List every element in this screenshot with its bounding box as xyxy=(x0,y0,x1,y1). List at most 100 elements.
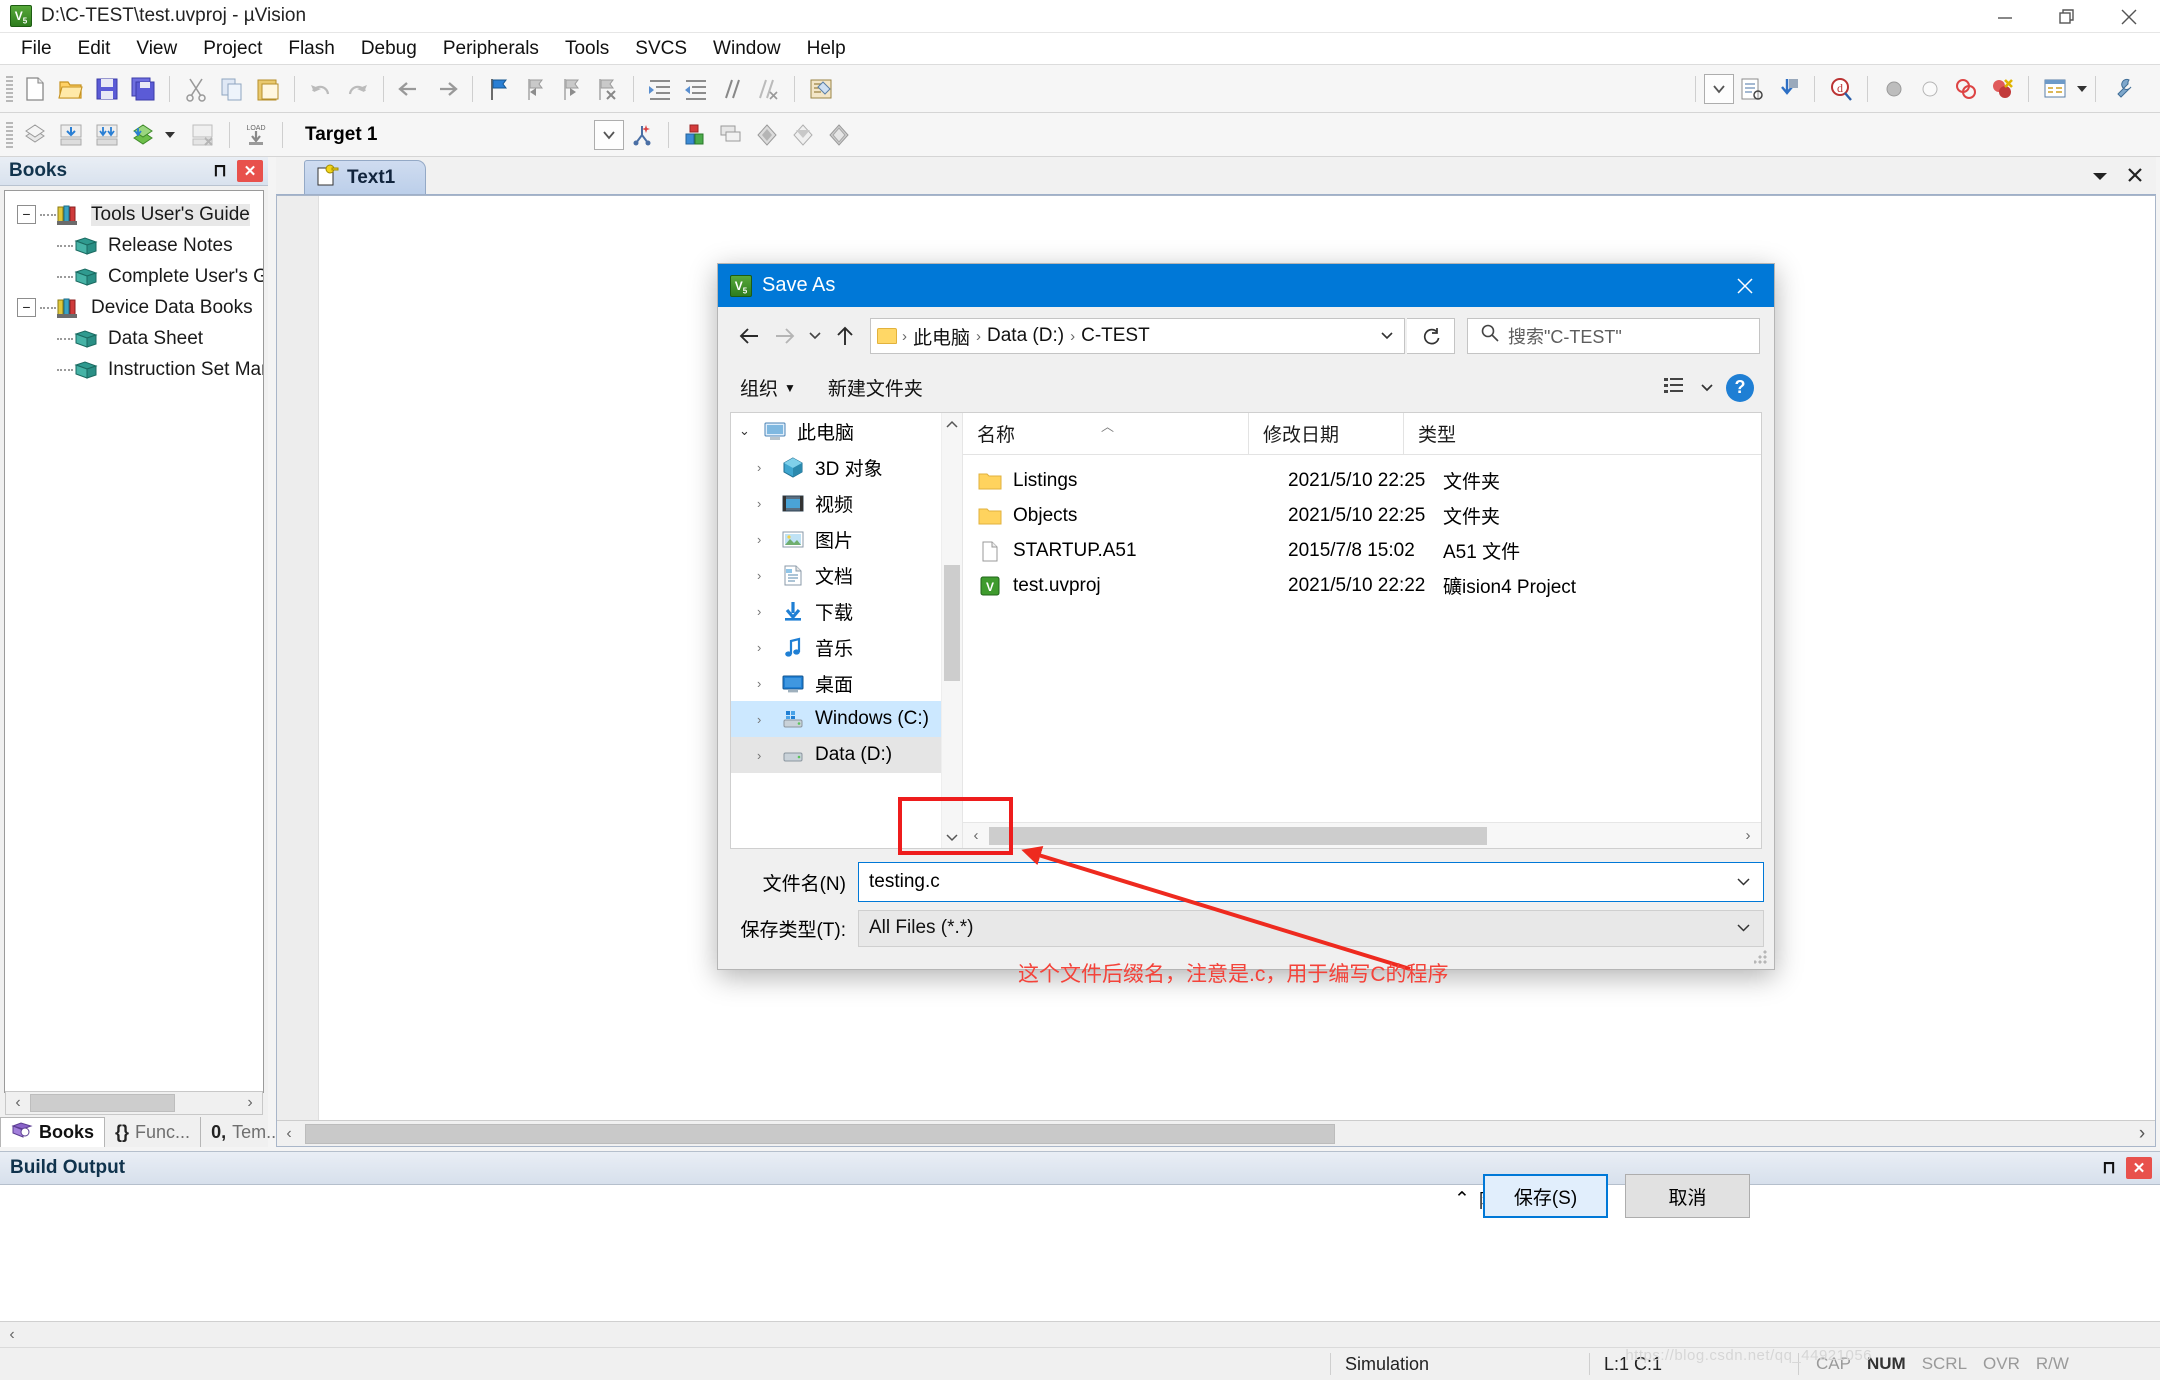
recent-locations-chevron-down-icon[interactable] xyxy=(804,319,826,353)
scroll-left-icon[interactable]: ‹ xyxy=(6,1094,30,1112)
find-in-files-icon[interactable]: d xyxy=(1823,71,1859,107)
chevron-down-icon[interactable] xyxy=(1736,920,1763,936)
paste-icon[interactable] xyxy=(250,71,286,107)
download-to-flash-icon[interactable]: LOAD xyxy=(238,117,274,153)
toolbar-dropdown-placeholder[interactable] xyxy=(1704,74,1734,104)
nav-item-windows-c[interactable]: › Windows (C:) xyxy=(731,701,962,737)
scrollbar-thumb[interactable] xyxy=(305,1124,1335,1144)
breadcrumb-c-test[interactable]: C-TEST xyxy=(1076,325,1155,347)
file-list-horizontal-scrollbar[interactable]: ‹ › xyxy=(963,822,1761,848)
target-dropdown[interactable] xyxy=(594,120,624,150)
target-options-icon[interactable] xyxy=(624,117,660,153)
menu-tools[interactable]: Tools xyxy=(552,35,622,63)
nav-item-this-pc[interactable]: ⌄ 此电脑 xyxy=(731,413,962,449)
column-header-type[interactable]: 类型 xyxy=(1403,413,1761,455)
chevron-right-icon[interactable]: › xyxy=(757,460,779,475)
tab-list-chevron-down-icon[interactable] xyxy=(2090,167,2110,189)
close-icon[interactable]: ✕ xyxy=(2126,1157,2152,1179)
view-chevron-down-icon[interactable] xyxy=(1700,377,1714,399)
tree-item-release-notes[interactable]: Release Notes xyxy=(5,230,263,261)
toolbar-grip[interactable] xyxy=(6,76,13,102)
tree-item-complete-users-guide[interactable]: Complete User's Gu xyxy=(5,261,263,292)
help-icon[interactable]: ? xyxy=(1726,374,1754,402)
expander-icon[interactable]: − xyxy=(17,298,36,317)
scroll-left-icon[interactable]: ‹ xyxy=(0,1326,24,1344)
nav-item-3d-objects[interactable]: › 3D 对象 xyxy=(731,449,962,485)
filetype-select[interactable]: All Files (*.*) xyxy=(858,910,1764,947)
minimize-icon[interactable] xyxy=(1974,0,2036,33)
file-row-test-uvproj[interactable]: V test.uvproj 2021/5/10 22:22 礦ision4 Pr… xyxy=(963,568,1761,603)
column-header-date[interactable]: 修改日期 xyxy=(1248,413,1403,455)
build-output-horizontal-scrollbar[interactable]: ‹ xyxy=(0,1322,2160,1347)
tree-item-tools-users-guide[interactable]: − Tools User's Guide xyxy=(5,199,263,230)
chevron-right-icon[interactable]: › xyxy=(757,640,779,655)
bookmark-toggle-icon[interactable] xyxy=(481,71,517,107)
chevron-down-icon[interactable]: ⌄ xyxy=(739,423,761,439)
uncomment-lines-icon[interactable] xyxy=(750,71,786,107)
configuration-wizard-icon[interactable] xyxy=(803,71,839,107)
scrollbar-thumb[interactable] xyxy=(30,1094,175,1112)
breakpoint-kill-all-icon[interactable] xyxy=(1984,71,2020,107)
tree-item-instruction-set-manual[interactable]: Instruction Set Mar xyxy=(5,354,263,385)
comment-lines-icon[interactable] xyxy=(714,71,750,107)
scroll-down-icon[interactable] xyxy=(942,826,962,848)
close-editor-tab-icon[interactable] xyxy=(2126,166,2144,190)
menu-peripherals[interactable]: Peripherals xyxy=(430,35,552,63)
file-row-objects[interactable]: Objects 2021/5/10 22:25 文件夹 xyxy=(963,498,1761,533)
nav-item-downloads[interactable]: › 下载 xyxy=(731,593,962,629)
build-output-text[interactable] xyxy=(0,1185,2160,1322)
breakpoint-set-icon[interactable] xyxy=(1876,71,1912,107)
scroll-right-icon[interactable]: › xyxy=(2129,1123,2155,1145)
search-input[interactable]: 搜索"C-TEST" xyxy=(1467,318,1760,354)
chevron-right-icon[interactable]: › xyxy=(757,532,779,547)
chevron-down-icon[interactable] xyxy=(2077,86,2087,92)
indent-decrease-icon[interactable] xyxy=(678,71,714,107)
breadcrumb-data-d[interactable]: Data (D:) xyxy=(982,325,1069,347)
menu-project[interactable]: Project xyxy=(190,35,275,63)
chevron-right-icon[interactable]: › xyxy=(757,604,779,619)
manage-window-icon[interactable] xyxy=(2037,71,2073,107)
menu-edit[interactable]: Edit xyxy=(65,35,124,63)
view-list-icon[interactable] xyxy=(1662,375,1688,401)
address-breadcrumb-bar[interactable]: › 此电脑 › Data (D:) › C-TEST xyxy=(870,318,1405,354)
scrollbar-thumb[interactable] xyxy=(944,565,960,681)
bookmark-clear-icon[interactable] xyxy=(589,71,625,107)
nav-item-videos[interactable]: › 视频 xyxy=(731,485,962,521)
refresh-icon[interactable] xyxy=(1407,318,1455,354)
new-folder-button[interactable]: 新建文件夹 xyxy=(820,370,931,405)
cancel-button[interactable]: 取消 xyxy=(1625,1174,1750,1218)
pin-icon[interactable]: ⊓ xyxy=(2098,1157,2120,1179)
manage-components-icon[interactable] xyxy=(713,117,749,153)
redo-icon[interactable] xyxy=(339,71,375,107)
chevron-right-icon[interactable]: › xyxy=(757,496,779,511)
back-arrow-icon[interactable] xyxy=(732,319,766,353)
navigate-back-icon[interactable] xyxy=(392,71,428,107)
close-icon[interactable] xyxy=(2098,0,2160,33)
nav-item-music[interactable]: › 音乐 xyxy=(731,629,962,665)
open-file-icon[interactable] xyxy=(53,71,89,107)
chevron-right-icon[interactable]: › xyxy=(757,568,779,583)
breadcrumb-this-pc[interactable]: 此电脑 xyxy=(908,323,975,350)
chevron-down-icon[interactable] xyxy=(165,132,175,138)
books-horizontal-scrollbar[interactable]: ‹ › xyxy=(5,1091,263,1115)
toolbar-grip[interactable] xyxy=(6,122,13,148)
chevron-right-icon[interactable]: › xyxy=(757,676,779,691)
up-arrow-icon[interactable] xyxy=(828,319,862,353)
chevron-right-icon[interactable]: › xyxy=(757,748,779,763)
tab-functions[interactable]: {} Func... xyxy=(105,1117,201,1147)
nav-item-data-d[interactable]: › Data (D:) xyxy=(731,737,962,773)
scroll-left-icon[interactable]: ‹ xyxy=(277,1125,301,1143)
editor-horizontal-scrollbar[interactable]: ‹ › xyxy=(277,1120,2155,1146)
chevron-down-icon[interactable] xyxy=(1736,874,1763,890)
forward-arrow-icon[interactable] xyxy=(768,319,802,353)
save-all-icon[interactable] xyxy=(125,71,161,107)
menu-view[interactable]: View xyxy=(123,35,190,63)
save-button[interactable]: 保存(S) xyxy=(1483,1174,1608,1218)
menu-window[interactable]: Window xyxy=(700,35,794,63)
file-row-listings[interactable]: Listings 2021/5/10 22:25 文件夹 xyxy=(963,463,1761,498)
close-icon[interactable] xyxy=(1716,264,1774,307)
insert-bookmark-icon[interactable] xyxy=(1770,71,1806,107)
breadcrumb-chevron-down-icon[interactable] xyxy=(1370,328,1404,344)
bookmark-next-icon[interactable] xyxy=(553,71,589,107)
scroll-right-icon[interactable]: › xyxy=(238,1094,262,1112)
